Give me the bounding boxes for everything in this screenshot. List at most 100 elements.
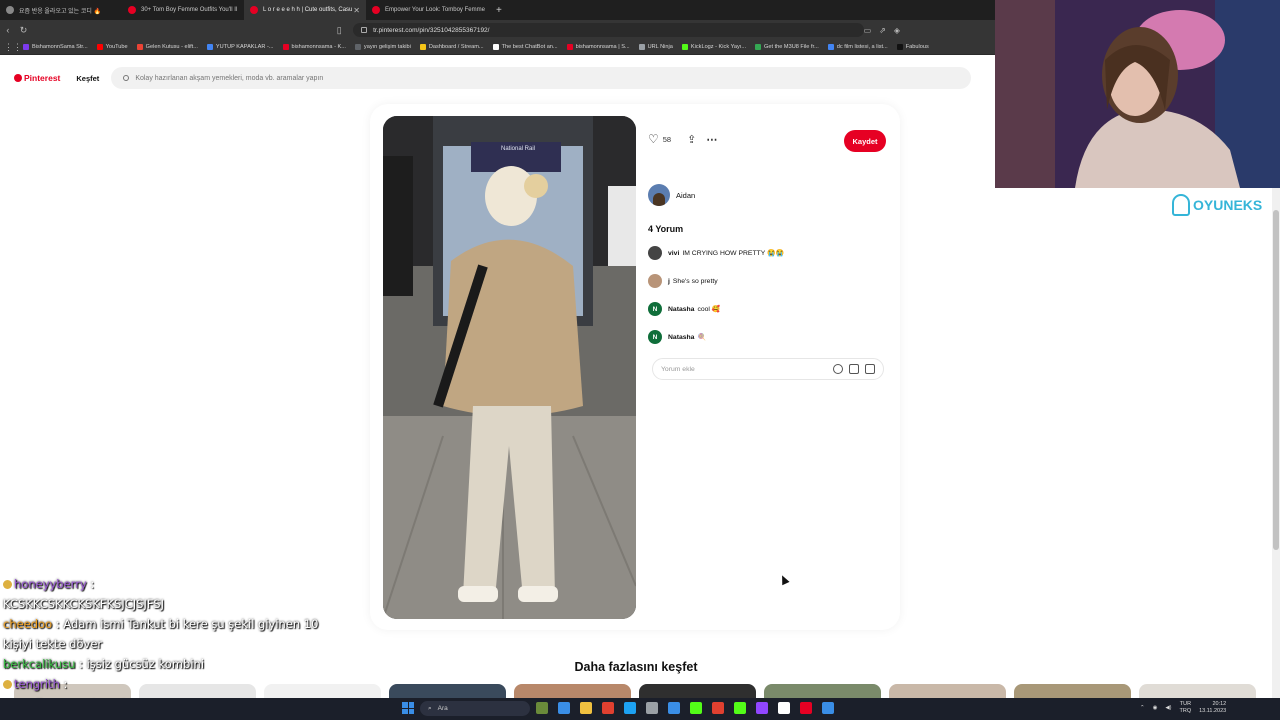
browser-tab-3-active[interactable]: L o r e e e h h | Cute outfits, Casu ✕ — [244, 0, 366, 20]
comment-row: j She's so pretty — [648, 274, 718, 288]
taskbar-app-icon[interactable] — [756, 702, 768, 714]
comments-title[interactable]: 4 Yorum — [648, 224, 683, 234]
browser-tab-2[interactable]: 30+ Tom Boy Femme Outfits You'll Il — [122, 0, 244, 20]
related-pin-thumbnail[interactable] — [389, 684, 506, 698]
bookmark-item[interactable]: BishamonnSama Str... — [23, 44, 88, 50]
save-button[interactable]: Kaydet — [844, 130, 886, 152]
related-pin-thumbnail[interactable] — [764, 684, 881, 698]
bookmark-item[interactable]: KickLogz - Kick Yayı... — [681, 44, 746, 50]
bookmark-item[interactable]: dc film listesi, a list... — [827, 44, 888, 50]
bookmark-favicon-icon — [419, 44, 426, 50]
comment-input[interactable]: Yorum ekle — [652, 358, 884, 380]
taskbar-app-icon[interactable] — [800, 702, 812, 714]
chat-message: tengrith : — [3, 674, 323, 694]
pin-image[interactable]: National Rail — [383, 116, 636, 619]
chat-message: honeyyberry : — [3, 574, 323, 594]
share-upload-icon[interactable]: ⇪ — [687, 133, 696, 146]
taskbar-app-icon[interactable] — [822, 702, 834, 714]
language-indicator[interactable]: TUR TRQ — [1179, 701, 1191, 715]
taskbar-app-icon[interactable] — [690, 702, 702, 714]
url-field[interactable]: tr.pinterest.com/pin/3251042855367192/ — [353, 23, 864, 37]
heart-icon[interactable]: ♡ — [648, 132, 659, 146]
taskbar-app-icon[interactable] — [778, 702, 790, 714]
commenter-avatar[interactable]: N — [648, 330, 662, 344]
bookmark-icon[interactable]: ▯ — [331, 25, 347, 36]
taskbar-apps — [536, 702, 834, 714]
extension-icon[interactable]: ◈ — [894, 26, 900, 35]
chat-username: berkcalikusu — [3, 657, 76, 671]
bookmark-item[interactable]: bishamonnsama | S... — [566, 44, 630, 50]
back-arrow-icon[interactable]: ‹ — [0, 25, 16, 35]
bookmark-item[interactable]: YUTUP KAPAKLAR -... — [206, 44, 274, 50]
bookmark-item[interactable]: Fabulous — [896, 44, 929, 50]
bookmark-item[interactable]: Get the M3U8 File fr... — [755, 44, 819, 50]
new-tab-button[interactable]: + — [488, 5, 510, 16]
chat-username: cheedoo — [3, 617, 53, 631]
related-pin-thumbnail[interactable] — [1139, 684, 1256, 698]
taskbar-app-icon[interactable] — [602, 702, 614, 714]
bookmark-item[interactable]: yayın gelişim takibi — [354, 44, 411, 50]
reload-icon[interactable]: ↻ — [16, 25, 32, 36]
commenter-avatar[interactable] — [648, 246, 662, 260]
sticker-icon[interactable] — [849, 364, 859, 374]
close-tab-icon[interactable]: ✕ — [353, 6, 360, 15]
bookmark-item[interactable]: The best ChatBot an... — [492, 44, 558, 50]
share-icon[interactable]: ⇗ — [879, 26, 886, 35]
taskbar-app-icon[interactable] — [558, 702, 570, 714]
commenter-avatar[interactable] — [648, 274, 662, 288]
site-info-icon[interactable] — [361, 27, 368, 33]
related-pin-thumbnail[interactable] — [639, 684, 756, 698]
browser-addressbar: ‹ ↻ ▯ tr.pinterest.com/pin/3251042855367… — [0, 20, 995, 40]
network-icon[interactable]: ◉ — [1153, 705, 1158, 711]
taskbar-app-icon[interactable] — [536, 702, 548, 714]
commenter-avatar[interactable]: N — [648, 302, 662, 316]
search-input[interactable]: Kolay hazırlanan akşam yemekleri, moda v… — [111, 67, 972, 89]
taskbar-app-icon[interactable] — [624, 702, 636, 714]
commenter-name[interactable]: Natasha — [668, 306, 694, 313]
cast-icon[interactable]: ▭ — [864, 26, 872, 35]
related-pin-thumbnail[interactable] — [889, 684, 1006, 698]
author-avatar[interactable] — [648, 184, 670, 206]
taskbar-app-icon[interactable] — [712, 702, 724, 714]
taskbar-app-icon[interactable] — [646, 702, 658, 714]
bookmark-label: dc film listesi, a list... — [836, 44, 888, 50]
pinterest-logo[interactable]: Pinterest — [14, 73, 60, 83]
scrollbar-thumb[interactable] — [1273, 210, 1279, 550]
bookmark-item[interactable]: bishamonnsama - K... — [282, 44, 346, 50]
bookmark-label: Fabulous — [905, 44, 929, 50]
author-name[interactable]: Aidan — [676, 191, 695, 200]
bookmark-item[interactable]: YouTube — [96, 44, 128, 50]
volume-icon[interactable]: ◀) — [1165, 705, 1171, 711]
taskbar-app-icon[interactable] — [668, 702, 680, 714]
pin-author[interactable]: Aidan — [648, 184, 695, 206]
bookmark-favicon-icon — [354, 44, 361, 50]
browser-tab-1[interactable]: 요즘 반응 올라오고 있는 코디 🔥 — [0, 0, 122, 20]
related-pin-thumbnail[interactable] — [1014, 684, 1131, 698]
pinterest-favicon-icon — [372, 6, 380, 14]
taskbar-app-icon[interactable] — [580, 702, 592, 714]
more-options-icon[interactable]: ⋯ — [706, 133, 717, 146]
browser-tab-4[interactable]: Empower Your Look: Tomboy Femme — [366, 0, 488, 20]
tray-chevron-icon[interactable]: ⌃ — [1140, 705, 1145, 711]
taskbar-clock[interactable]: 20:12 13.11.2023 — [1199, 701, 1226, 715]
image-upload-icon[interactable] — [865, 364, 875, 374]
bookmark-item[interactable]: Gelen Kutusu - elift... — [136, 44, 198, 50]
taskbar-search[interactable]: ⌕ Ara — [420, 701, 530, 716]
page-scrollbar[interactable] — [1272, 100, 1280, 700]
chat-message-text: KCSKKCSKKCKSKFKSJCJSJFSJ — [3, 597, 164, 611]
chat-badge-icon — [3, 580, 12, 589]
emoji-icon[interactable] — [833, 364, 843, 374]
related-pin-thumbnail[interactable] — [514, 684, 631, 698]
bookmark-item[interactable]: URL Ninja — [638, 44, 673, 50]
taskbar-app-icon[interactable] — [734, 702, 746, 714]
apps-grid-icon[interactable]: ⋮⋮ — [4, 42, 22, 53]
commenter-name[interactable]: vivi — [668, 250, 679, 257]
bookmark-favicon-icon — [681, 44, 688, 50]
explore-link[interactable]: Keşfet — [76, 74, 99, 83]
bookmark-item[interactable]: Dashboard / Stream... — [419, 44, 484, 50]
windows-start-icon[interactable] — [402, 702, 414, 714]
commenter-name[interactable]: Natasha — [668, 334, 694, 341]
pinterest-favicon-icon — [128, 6, 136, 14]
commenter-name[interactable]: j — [668, 278, 670, 285]
stream-chat-overlay: honeyyberry : KCSKKCSKKCKSKFKSJCJSJFSJ c… — [3, 574, 323, 714]
